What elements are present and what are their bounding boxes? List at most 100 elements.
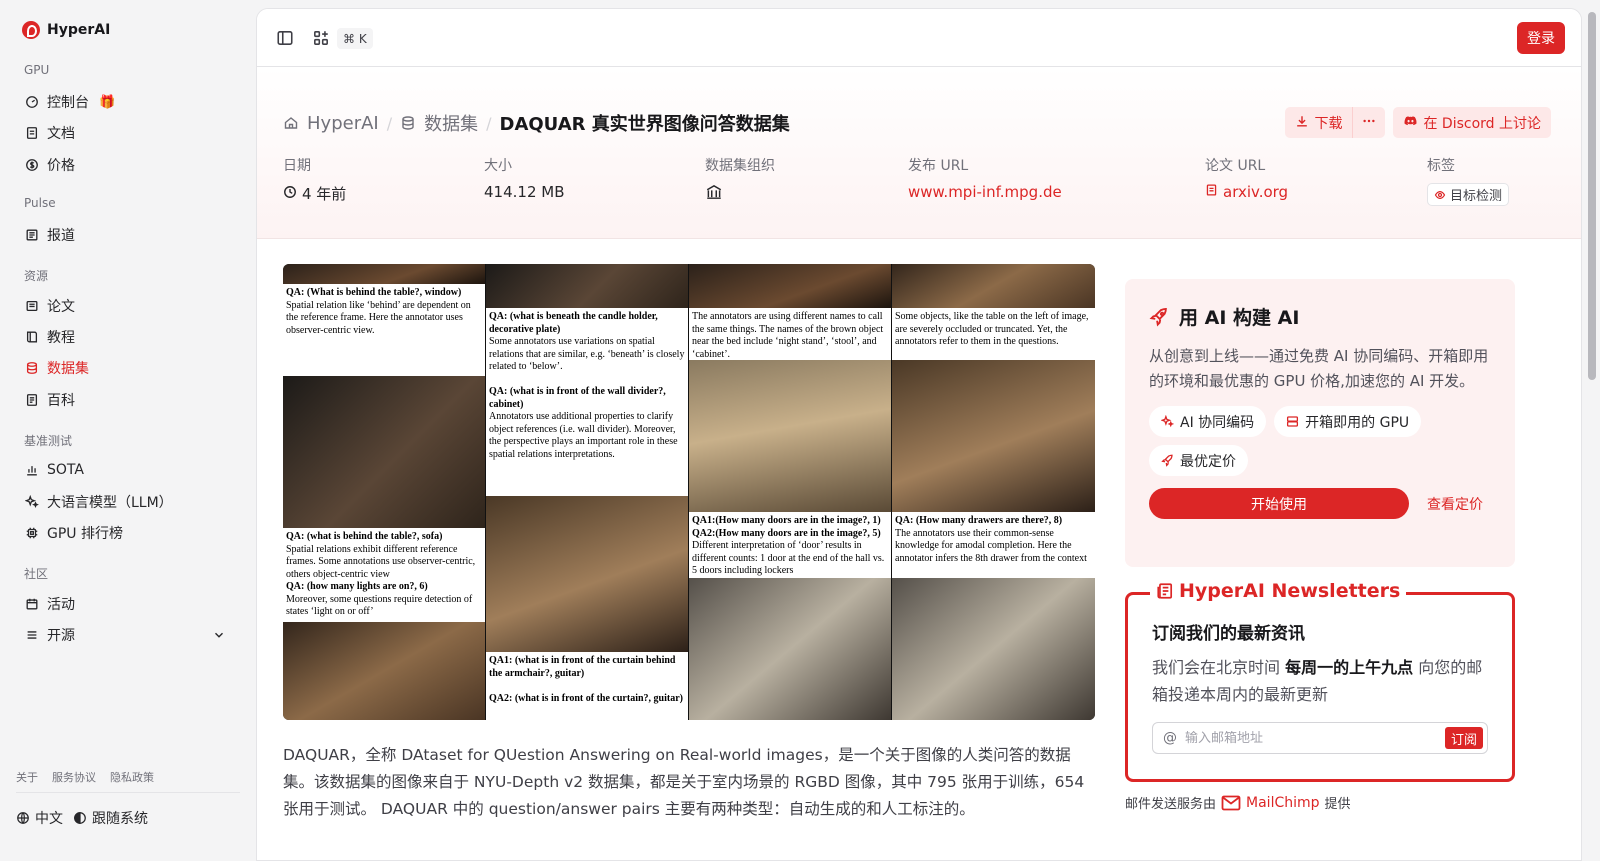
footer-link-about[interactable]: 关于 — [16, 769, 38, 785]
newspaper-icon — [1156, 582, 1174, 600]
scrollbar-thumb[interactable] — [1588, 12, 1596, 380]
sidebar-toggle-icon[interactable] — [274, 27, 296, 49]
download-label: 下载 — [1314, 115, 1343, 132]
figure-column: Some objects, like the table on the left… — [892, 264, 1095, 720]
caption: QA: (what is beneath the candle holder, … — [486, 308, 688, 496]
sidebar-item-label: 报道 — [47, 228, 75, 244]
meta-value: 目标检测 — [1427, 183, 1510, 206]
sidebar-item-label: 活动 — [47, 597, 75, 613]
header-actions: 下载 在 Discord 上讨论 — [1285, 107, 1551, 138]
document-icon — [1205, 183, 1218, 201]
footer-links: 关于 服务协议 隐私政策 — [16, 769, 154, 785]
provider-text: 提供 — [1324, 797, 1351, 812]
sidebar-item-console[interactable]: 控制台 🎁 — [16, 87, 240, 117]
figure-column: QA: (what is beneath the candle holder, … — [486, 264, 689, 720]
sidebar-item-gpu-leaderboard[interactable]: GPU 排行榜 — [16, 518, 240, 548]
photo — [689, 264, 891, 308]
tag-label: 目标检测 — [1450, 189, 1503, 204]
feature-chip-pricing: 最优定价 — [1149, 445, 1248, 476]
sidebar-item-tutorials[interactable]: 教程 — [16, 322, 240, 352]
sidebar-item-label: 百科 — [47, 393, 75, 409]
meta-label: 标签 — [1427, 158, 1455, 174]
calendar-icon — [25, 597, 39, 611]
chevron-down-icon[interactable] — [212, 628, 226, 642]
theme-icon — [73, 811, 87, 825]
section-gpu: GPU — [24, 63, 50, 77]
sidebar-item-sota[interactable]: SOTA — [16, 455, 240, 485]
subscribe-button[interactable]: 订阅 — [1444, 727, 1483, 749]
email-input[interactable] — [1185, 730, 1437, 746]
footer-settings: 中文 跟随系统 — [16, 808, 148, 828]
gauge-icon — [25, 95, 39, 109]
sidebar-item-llm[interactable]: 大语言模型（LLM） — [16, 487, 240, 517]
mailchimp-label: MailChimp — [1246, 794, 1320, 811]
language-switcher[interactable]: 中文 — [16, 808, 63, 828]
sidebar-item-news[interactable]: 报道 — [16, 220, 240, 250]
caption: QA1:(How many doors are in the image?, 1… — [689, 512, 891, 578]
chip-label: AI 协同编码 — [1180, 414, 1255, 431]
database-icon — [400, 115, 416, 131]
paper-url-text: arxiv.org — [1223, 183, 1289, 201]
meta-value: 4 年前 — [283, 183, 346, 204]
clock-icon — [283, 185, 297, 203]
release-url-link[interactable]: www.mpi-inf.mpg.de — [908, 183, 1062, 201]
newsletter-text: 我们会在北京时间 每周一的上午九点 向您的邮箱投递本周内的最新更新 — [1152, 658, 1483, 704]
brand-logo[interactable]: HyperAI — [22, 21, 110, 39]
more-options-button[interactable] — [1353, 107, 1386, 138]
rocket-icon — [1161, 454, 1174, 467]
topbar: ⌘ K 登录 — [257, 9, 1581, 67]
caption: QA: (what is behind the table?, sofa) Spa… — [283, 528, 485, 622]
photo — [283, 622, 485, 720]
get-started-button[interactable]: 开始使用 — [1149, 488, 1409, 519]
server-icon — [1286, 415, 1299, 428]
database-icon — [25, 361, 39, 375]
promo-title: 用 AI 构建 AI — [1149, 303, 1491, 330]
date-value: 4 年前 — [302, 185, 347, 203]
footer-link-terms[interactable]: 服务协议 — [52, 769, 96, 785]
view-pricing-link[interactable]: 查看定价 — [1427, 494, 1483, 514]
section-pulse: Pulse — [24, 196, 56, 210]
discord-button[interactable]: 在 Discord 上讨论 — [1393, 107, 1551, 138]
login-button[interactable]: 登录 — [1517, 22, 1565, 54]
feature-chip-ai-coding: AI 协同编码 — [1149, 406, 1267, 437]
promo-features: AI 协同编码 开箱即用的 GPU 最优定价 — [1149, 406, 1491, 476]
meta-size: 大小 414.12 MB — [484, 155, 565, 201]
caption: QA: (How many drawers are there?, 8) The … — [892, 512, 1095, 578]
apps-grid-icon[interactable] — [310, 27, 332, 49]
newsletter-heading: 订阅我们的最新资讯 — [1152, 624, 1305, 644]
sidebar-item-label: 论文 — [47, 299, 75, 315]
sidebar-item-events[interactable]: 活动 — [16, 589, 240, 619]
sidebar-item-wiki[interactable]: 百科 — [16, 385, 240, 415]
hyperai-logo-icon — [22, 21, 40, 39]
institution-icon[interactable] — [705, 183, 723, 205]
caption: QA: (What is behind the table?, window) S… — [283, 284, 485, 376]
newsletter-legend: HyperAI Newsletters — [1150, 580, 1407, 602]
sidebar-item-label: 价格 — [47, 158, 75, 174]
meta-label: 大小 — [484, 158, 512, 174]
command-shortcut[interactable]: ⌘ K — [337, 28, 373, 49]
main-panel: ⌘ K 登录 HyperAI / 数据集 / DAQUAR 真实世界图像问答数据… — [256, 8, 1582, 861]
list-icon — [25, 628, 39, 642]
meta-release-url: 发布 URL www.mpi-inf.mpg.de — [908, 155, 1062, 201]
breadcrumb-datasets[interactable]: 数据集 — [424, 110, 478, 136]
sidebar-item-pricing[interactable]: 价格 — [16, 150, 240, 180]
theme-switcher[interactable]: 跟随系统 — [73, 808, 148, 828]
paper-url-link[interactable]: arxiv.org — [1205, 183, 1288, 201]
home-icon — [283, 115, 299, 131]
paper-icon — [25, 299, 39, 313]
tag-object-detection[interactable]: 目标检测 — [1427, 183, 1510, 206]
sidebar-item-label: 大语言模型（LLM） — [47, 495, 173, 511]
sidebar-item-docs[interactable]: 文档 — [16, 118, 240, 148]
page-scrollbar[interactable] — [1582, 0, 1600, 861]
breadcrumb-home[interactable]: HyperAI — [307, 113, 379, 134]
download-button[interactable]: 下载 — [1285, 107, 1354, 138]
sidebar-item-papers[interactable]: 论文 — [16, 291, 240, 321]
mailchimp-link[interactable]: MailChimp — [1221, 795, 1320, 811]
meta-organization: 数据集组织 — [705, 155, 775, 205]
newsletter-box: HyperAI Newsletters 订阅我们的最新资讯 我们会在北京时间 每… — [1125, 580, 1515, 782]
footer-link-privacy[interactable]: 隐私政策 — [110, 769, 154, 785]
promo-title-text: 用 AI 构建 AI — [1179, 307, 1300, 329]
sidebar-item-open-source[interactable]: 开源 — [16, 620, 240, 650]
sidebar-item-datasets[interactable]: 数据集 — [16, 353, 240, 383]
sidebar-item-label: 文档 — [47, 126, 75, 142]
